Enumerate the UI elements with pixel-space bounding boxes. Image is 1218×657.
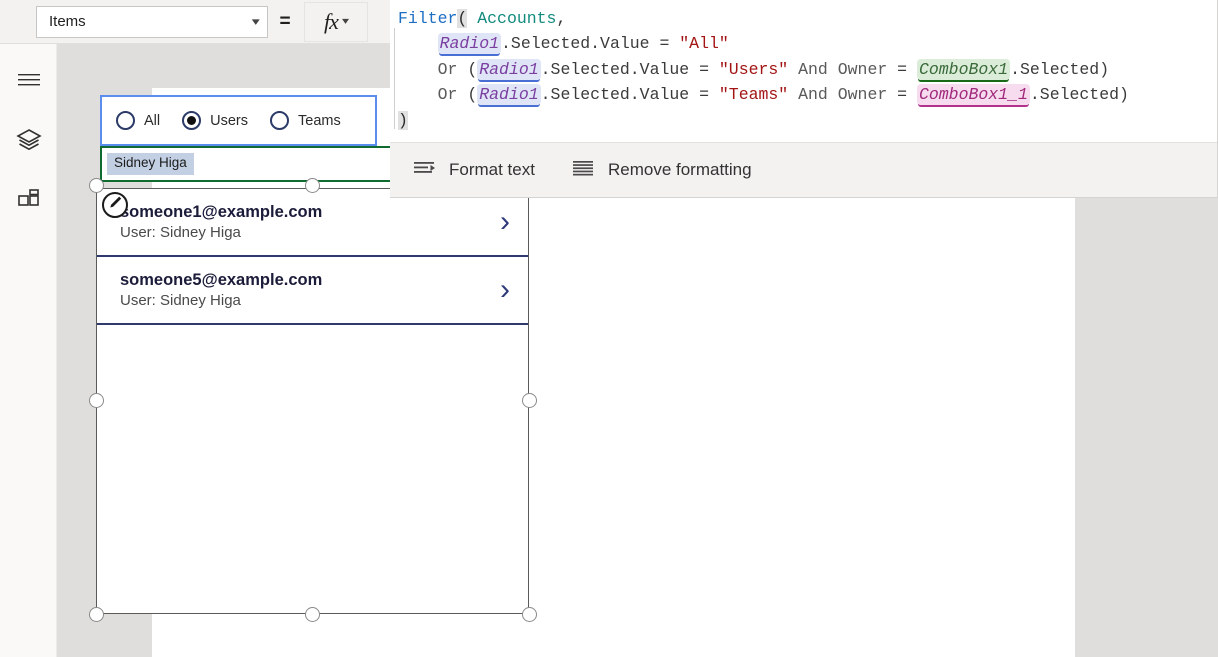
formula-line: Or (Radio1 .Selected.Value = "Teams" And …: [398, 82, 1217, 107]
formula-token: [788, 60, 798, 79]
resize-handle-middle-right[interactable]: [522, 393, 537, 408]
formula-expand-button[interactable]: fx ▾: [304, 1, 368, 42]
control-reference-token: ComboBox1: [916, 58, 1011, 80]
formula-token: "All": [679, 34, 729, 54]
control-reference-token: Radio1: [477, 58, 541, 80]
formula-token: Filter: [398, 9, 458, 28]
formula-token: [398, 85, 438, 104]
formula-token: Accounts: [477, 9, 557, 28]
gallery-item-subtitle: User: Sidney Higa: [120, 291, 241, 309]
chevron-down-icon: ▾: [252, 16, 261, 28]
resize-handle-bottom-left[interactable]: [89, 607, 104, 622]
radio-circle-selected-icon: [182, 111, 202, 130]
radio-circle-icon: [116, 111, 135, 130]
format-text-icon: [414, 160, 436, 181]
gallery-item-title: someone1@example.com: [120, 202, 323, 221]
formula-token: .Selected.Value =: [540, 59, 719, 79]
formula-line: Or (Radio1 .Selected.Value = "Users" And …: [398, 57, 1217, 82]
gallery-item-title: someone5@example.com: [120, 270, 323, 289]
formula-token: Or: [437, 85, 458, 105]
radio-option-users[interactable]: Users: [182, 111, 248, 130]
formula-token: (: [457, 59, 478, 79]
combobox-control[interactable]: Sidney Higa: [100, 146, 393, 182]
property-dropdown-value: Items: [49, 13, 86, 30]
formula-token: "Teams": [718, 85, 789, 105]
radio-label: Users: [210, 112, 248, 129]
hamburger-icon: [17, 72, 41, 93]
radio-label: All: [144, 112, 161, 129]
formula-token: ): [398, 110, 408, 130]
edit-gallery-button[interactable]: [102, 192, 128, 218]
gallery-item-text: someone5@example.com User: Sidney Higa: [120, 270, 500, 311]
radio-group-control[interactable]: All Users Teams: [100, 95, 377, 146]
equals-sign: =: [279, 11, 291, 32]
remove-formatting-button[interactable]: Remove formatting: [572, 160, 752, 181]
resize-handle-top-left[interactable]: [89, 178, 104, 193]
remove-formatting-label: Remove formatting: [607, 160, 752, 179]
left-navigation-rail: [0, 44, 57, 657]
control-reference-token: Radio1: [437, 33, 502, 55]
formula-token: .Selected): [1010, 59, 1110, 79]
formula-token: .Selected.Value =: [501, 34, 680, 54]
formula-token: =: [887, 85, 917, 105]
chevron-down-icon: ▾: [341, 16, 349, 27]
grid-components-icon: [17, 188, 41, 217]
formula-line: Filter( Accounts,: [398, 6, 1217, 31]
formula-token: [467, 9, 477, 28]
formula-token: And: [798, 85, 828, 105]
format-text-button[interactable]: Format text: [414, 160, 535, 181]
formula-line: ): [398, 108, 1217, 133]
radio-circle-icon: [270, 111, 289, 130]
sidebar-item-tree-view[interactable]: [0, 118, 57, 166]
formula-token: "Users": [718, 59, 789, 79]
formula-token: [828, 85, 838, 104]
property-dropdown[interactable]: Items ▾: [36, 5, 268, 38]
formula-code-editor[interactable]: Filter( Accounts, Radio1 .Selected.Value …: [390, 0, 1217, 143]
formula-token: =: [887, 59, 917, 79]
indent-guide: [394, 28, 395, 129]
formula-token: (: [457, 85, 478, 105]
combobox-selected-chip[interactable]: Sidney Higa: [107, 153, 194, 175]
resize-handle-middle-left[interactable]: [89, 393, 104, 408]
format-text-label: Format text: [449, 160, 535, 179]
radio-label: Teams: [298, 112, 341, 129]
control-reference-token: Radio1: [477, 84, 541, 106]
formula-token: [398, 60, 438, 79]
gallery-item[interactable]: someone1@example.com User: Sidney Higa ›: [97, 189, 528, 257]
powerapps-studio: All Users Teams Sidney Higa someone1@exa…: [0, 0, 1218, 657]
formula-line: Radio1 .Selected.Value = "All": [398, 31, 1217, 56]
formula-token: Owner: [837, 85, 888, 105]
formula-token: Owner: [837, 59, 888, 79]
radio-option-teams[interactable]: Teams: [270, 111, 341, 130]
remove-formatting-icon: [572, 160, 595, 181]
formula-token: .Selected): [1029, 85, 1129, 105]
formula-token: [398, 34, 438, 53]
formula-token: .Selected.Value =: [540, 85, 719, 105]
radio-option-all[interactable]: All: [116, 111, 160, 130]
layers-icon: [15, 128, 42, 157]
gallery-item-subtitle: User: Sidney Higa: [120, 223, 241, 241]
formula-token: (: [457, 9, 468, 28]
formula-token: Or: [437, 59, 458, 79]
resize-handle-top-center[interactable]: [305, 178, 320, 193]
resize-handle-bottom-right[interactable]: [522, 607, 537, 622]
sidebar-item-insert[interactable]: [0, 178, 57, 226]
resize-handle-bottom-center[interactable]: [305, 607, 320, 622]
fx-icon: fx: [324, 8, 339, 34]
hamburger-menu-button[interactable]: [0, 58, 57, 106]
gallery-item-text: someone1@example.com User: Sidney Higa: [120, 202, 500, 243]
formula-editor-popup[interactable]: Filter( Accounts, Radio1 .Selected.Value …: [390, 0, 1218, 198]
formula-token: And: [798, 59, 828, 79]
control-reference-token: ComboBox1_1: [916, 84, 1030, 106]
gallery-item[interactable]: someone5@example.com User: Sidney Higa ›: [97, 257, 528, 325]
pencil-edit-icon: [108, 195, 123, 215]
chevron-right-icon[interactable]: ›: [500, 207, 510, 237]
chevron-right-icon[interactable]: ›: [500, 275, 510, 305]
formula-toolbar: Format text Remove formatting: [390, 142, 1217, 197]
formula-token: [788, 85, 798, 104]
formula-token: [828, 60, 838, 79]
formula-token: ,: [556, 9, 567, 28]
property-bar: Items ▾ = fx ▾: [0, 0, 390, 44]
gallery-control[interactable]: someone1@example.com User: Sidney Higa ›…: [96, 188, 529, 614]
